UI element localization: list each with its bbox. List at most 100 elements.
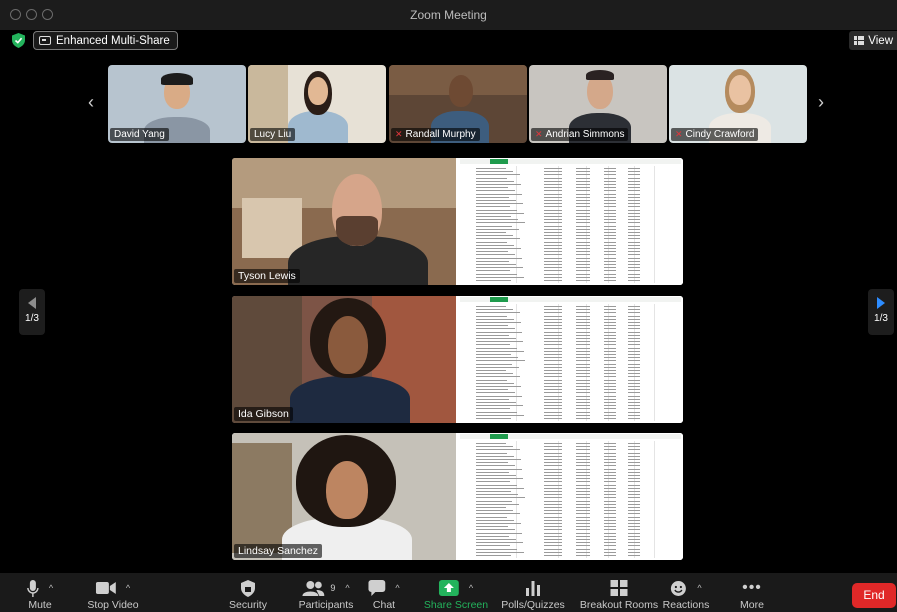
- polls-button[interactable]: Polls/Quizzes: [501, 573, 565, 612]
- chevron-up-icon[interactable]: ^: [345, 583, 349, 593]
- sheet-row: [472, 238, 679, 240]
- view-label: View: [868, 34, 893, 47]
- sheet-row: [472, 503, 679, 506]
- chevron-up-icon[interactable]: ^: [395, 583, 399, 593]
- thumbnail-david-yang[interactable]: David Yang: [108, 65, 246, 143]
- sheet-row: [472, 344, 679, 346]
- stop-video-button[interactable]: ^ Stop Video: [87, 573, 139, 612]
- sheet-row: [472, 392, 679, 394]
- sheet-row: [472, 325, 679, 327]
- participant-name: ✕ Andrian Simmons: [531, 128, 629, 141]
- participant-name: David Yang: [110, 128, 169, 141]
- chevron-up-icon[interactable]: ^: [469, 583, 473, 593]
- sheet-row: [472, 196, 679, 199]
- sheet-row: [472, 328, 679, 330]
- end-meeting-button[interactable]: End: [852, 583, 896, 608]
- sheet-row: [472, 386, 679, 388]
- view-button[interactable]: View: [849, 31, 897, 50]
- sheet-row: [472, 209, 679, 212]
- sheet-row: [472, 187, 679, 189]
- participants-icon: [302, 580, 325, 596]
- chat-button[interactable]: ^ Chat: [364, 573, 404, 612]
- sheet-row: [472, 248, 679, 250]
- thumbnail-andrian-simmons[interactable]: ✕ Andrian Simmons: [529, 65, 667, 143]
- sheet-row: [472, 539, 679, 541]
- mic-off-icon: ✕: [395, 129, 403, 139]
- shared-tile-1[interactable]: Tyson Lewis: [232, 158, 683, 285]
- sheet-row: [472, 251, 679, 253]
- chevron-up-icon[interactable]: ^: [126, 583, 130, 593]
- sheet-row: [472, 446, 679, 448]
- sheet-row: [472, 529, 679, 531]
- shared-tile-3[interactable]: Lindsay Sanchez: [232, 433, 683, 560]
- sheet-row: [472, 318, 679, 321]
- sheet-row: [472, 376, 679, 378]
- spreadsheet-tab: [490, 297, 508, 302]
- security-button[interactable]: Security: [228, 573, 268, 612]
- sheet-row: [472, 497, 679, 499]
- sheet-row: [472, 350, 679, 353]
- participant-name: Tyson Lewis: [234, 269, 300, 283]
- participant-name: Lucy Liu: [250, 128, 296, 141]
- sheet-row: [472, 225, 679, 228]
- sheet-row: [472, 373, 679, 375]
- thumbnail-randall-murphy[interactable]: ✕ Randall Murphy: [389, 65, 527, 143]
- sheet-row: [472, 418, 679, 420]
- sheet-row: [472, 273, 679, 276]
- sheet-row: [472, 341, 679, 343]
- mute-button[interactable]: ^ Mute: [20, 573, 60, 612]
- sheet-row: [472, 532, 679, 535]
- sheet-row: [472, 331, 679, 334]
- prev-page-button[interactable]: 1/3: [19, 289, 45, 335]
- sheet-row: [472, 334, 679, 337]
- reactions-button[interactable]: ^ Reactions: [663, 573, 709, 612]
- sheet-row: [472, 171, 679, 173]
- sheet-row: [472, 222, 679, 224]
- arrow-left-icon: [28, 297, 36, 309]
- share-screen-button[interactable]: ^ Share Screen: [424, 573, 488, 612]
- strip-next-arrow-icon[interactable]: ›: [818, 92, 824, 113]
- sheet-row: [472, 500, 679, 503]
- sheet-row: [472, 389, 679, 391]
- breakout-rooms-button[interactable]: Breakout Rooms: [580, 573, 658, 612]
- shield-check-icon[interactable]: [12, 33, 25, 48]
- next-page-button[interactable]: 1/3: [868, 289, 894, 335]
- chevron-up-icon[interactable]: ^: [697, 583, 701, 593]
- video-feed: [232, 296, 456, 423]
- ellipsis-icon: •••: [742, 579, 762, 596]
- sheet-row: [472, 379, 679, 382]
- participant-name: Lindsay Sanchez: [234, 544, 322, 558]
- sheet-row: [472, 494, 679, 496]
- thumbnail-cindy-crawford[interactable]: ✕ Cindy Crawford: [669, 65, 807, 143]
- sheet-row: [472, 276, 679, 279]
- sheet-row: [472, 471, 679, 474]
- chevron-up-icon[interactable]: ^: [49, 583, 53, 593]
- sheet-row: [472, 280, 679, 282]
- sheet-row: [472, 168, 679, 170]
- window-title: Zoom Meeting: [410, 8, 487, 22]
- sheet-row: [472, 244, 679, 247]
- sheet-row: [472, 200, 679, 202]
- sheet-row: [472, 216, 679, 218]
- enhanced-multi-share-label: Enhanced Multi-Share: [56, 34, 170, 47]
- spreadsheet-toolbar: [460, 434, 681, 439]
- sheet-row: [472, 507, 679, 509]
- sheet-row: [472, 519, 679, 522]
- sheet-row: [472, 180, 679, 183]
- multi-share-icon: [39, 36, 51, 45]
- shared-tile-2[interactable]: Ida Gibson: [232, 296, 683, 423]
- sheet-row: [472, 523, 679, 525]
- sheet-row: [472, 203, 679, 205]
- sheet-row: [472, 475, 679, 477]
- spreadsheet-share: [458, 296, 683, 423]
- sheet-row: [472, 254, 679, 256]
- video-camera-icon: [95, 582, 116, 594]
- strip-prev-arrow-icon[interactable]: ‹: [88, 92, 94, 113]
- spreadsheet-share: [458, 433, 683, 560]
- more-button[interactable]: ••• More: [732, 573, 772, 612]
- sheet-row: [472, 513, 679, 515]
- spreadsheet-toolbar: [460, 297, 681, 302]
- enhanced-multi-share-button[interactable]: Enhanced Multi-Share: [33, 31, 178, 50]
- sheet-row: [472, 535, 679, 538]
- thumbnail-lucy-liu[interactable]: Lucy Liu: [248, 65, 386, 143]
